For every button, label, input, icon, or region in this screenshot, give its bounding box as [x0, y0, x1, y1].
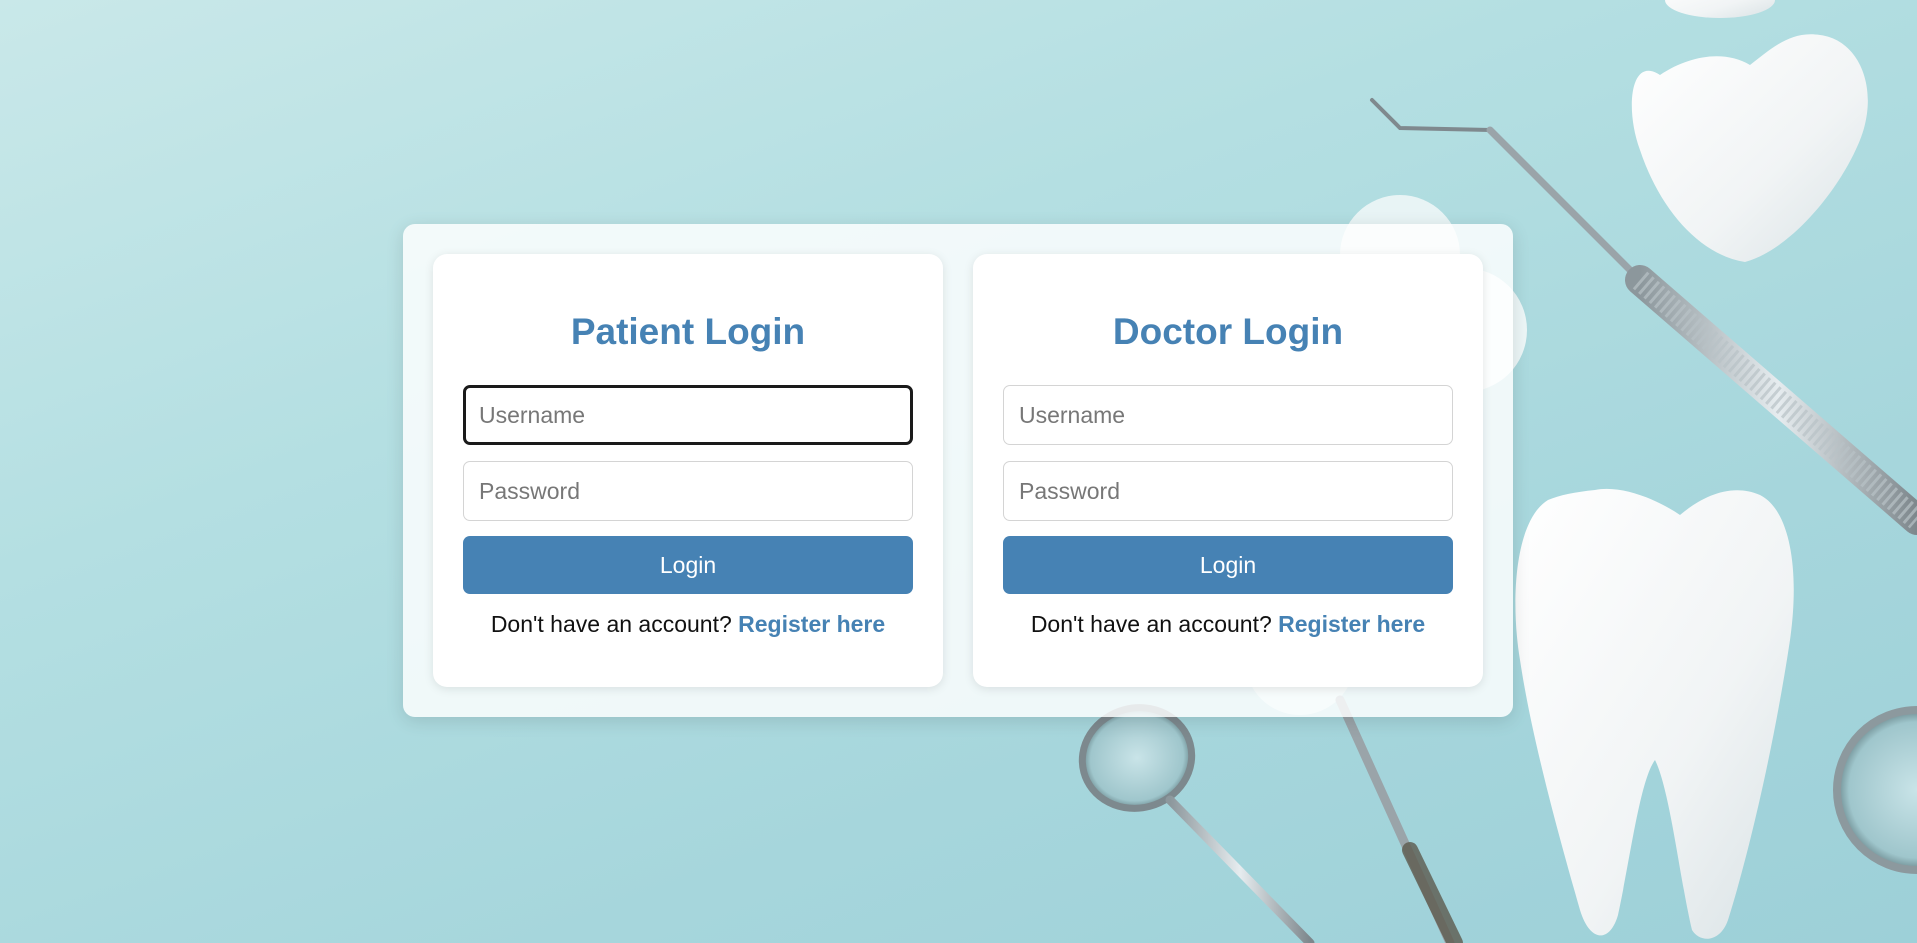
doctor-username-input[interactable]	[1003, 385, 1453, 445]
doctor-register-link[interactable]: Register here	[1278, 611, 1425, 637]
patient-register-prompt: Don't have an account?	[490, 611, 739, 637]
doctor-login-card: Doctor Login Login Don't have an account…	[973, 254, 1483, 687]
patient-register-link[interactable]: Register here	[738, 611, 885, 637]
patient-register-text: Don't have an account? Register here	[433, 608, 943, 640]
doctor-register-text: Don't have an account? Register here	[973, 608, 1483, 640]
patient-login-button[interactable]: Login	[463, 536, 913, 594]
doctor-login-button[interactable]: Login	[1003, 536, 1453, 594]
doctor-password-input[interactable]	[1003, 461, 1453, 521]
patient-password-input[interactable]	[463, 461, 913, 521]
patient-login-title: Patient Login	[570, 311, 806, 352]
doctor-register-prompt: Don't have an account?	[1030, 611, 1279, 637]
patient-username-input[interactable]	[463, 385, 913, 445]
patient-login-card: Patient Login Login Don't have an accoun…	[433, 254, 943, 687]
doctor-login-title: Doctor Login	[1112, 311, 1344, 352]
login-container: Patient Login Login Don't have an accoun…	[403, 224, 1513, 717]
